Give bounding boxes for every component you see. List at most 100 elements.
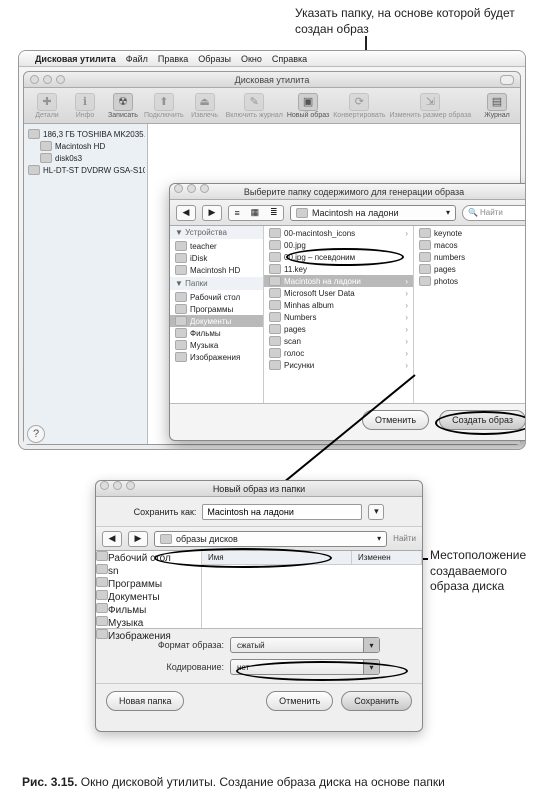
device-item: teacher — [170, 240, 263, 252]
new-folder-button[interactable]: Новая папка — [106, 691, 184, 711]
screenshot-bottom: Новый образ из папки Сохранить как: ▾ ◀ … — [95, 480, 423, 732]
encrypt-popup[interactable]: нет▾ — [230, 659, 380, 675]
place-item: Рабочий стол — [96, 551, 201, 564]
disk-item: 186,3 ГБ TOSHIBA MK2035… — [26, 128, 145, 140]
traffic-lights[interactable] — [30, 75, 65, 84]
menu-file[interactable]: Файл — [126, 54, 148, 64]
volume-item: Macintosh HD — [26, 140, 145, 152]
folder-item: scan› — [264, 335, 413, 347]
save-button[interactable]: Сохранить — [341, 691, 412, 711]
folder-item: pages› — [414, 263, 526, 275]
toolbar-convert[interactable]: ⟳Конвертировать — [333, 93, 385, 119]
window-titlebar: Дисковая утилита — [24, 72, 520, 88]
traffic-lights[interactable] — [100, 481, 135, 490]
file-item: 00-macintosh_icons› — [264, 227, 413, 239]
save-sheet-title: Новый образ из папки — [96, 481, 422, 497]
forward-button[interactable]: ▶ — [202, 205, 222, 221]
window-title: Дисковая утилита — [235, 75, 310, 85]
optical-drive-item: HL-DT-ST DVDRW GSA-S10… — [26, 164, 145, 176]
forward-button[interactable]: ▶ — [128, 531, 148, 547]
place-item: Изображения — [170, 351, 263, 363]
folder-item: keynote› — [414, 227, 526, 239]
choose-folder-sheet: Выберите папку содержимого для генерации… — [169, 183, 526, 441]
save-as-row: Сохранить как: ▾ — [96, 497, 422, 527]
search-field[interactable]: 🔍 Найти — [462, 205, 526, 221]
sheet-nav-bar: ◀ ▶ ≡▦≣ Macintosh на ладони ▾ 🔍 Найти — [170, 200, 526, 226]
encrypt-label: Кодирование: — [138, 662, 224, 672]
help-button[interactable]: ? — [27, 425, 45, 443]
path-popup[interactable]: образы дисков ▾ — [154, 531, 387, 547]
place-item-selected: Документы — [96, 590, 201, 603]
back-button[interactable]: ◀ — [176, 205, 196, 221]
sheet-title: Выберите папку содержимого для генерации… — [170, 184, 526, 200]
macos-menubar: Дисковая утилита Файл Правка Образы Окно… — [19, 51, 525, 67]
place-item: Музыка — [96, 616, 201, 629]
callout-top: Указать папку, на основе которой будет с… — [295, 6, 515, 37]
folder-icon — [160, 534, 172, 544]
chevron-down-icon: ▾ — [377, 534, 381, 543]
path-label: Macintosh на ладони — [312, 208, 399, 218]
folder-item: macos› — [414, 239, 526, 251]
folder-item-selected: Macintosh на ладони› — [264, 275, 413, 287]
disk-list-sidebar[interactable]: 186,3 ГБ TOSHIBA MK2035… Macintosh HD di… — [24, 124, 148, 444]
expand-button[interactable]: ▾ — [368, 504, 384, 520]
toolbar-resize[interactable]: ⇲Изменить размер образа — [389, 93, 471, 119]
callout-right: Местоположение создаваемого образа диска — [430, 548, 535, 595]
sidebar-group-devices[interactable]: ▼ Устройства — [170, 226, 263, 239]
figure-caption: Рис. 3.15. Окно дисковой утилиты. Создан… — [22, 775, 445, 789]
folder-icon — [296, 208, 308, 218]
toolbar-log[interactable]: ▤Журнал — [480, 93, 514, 119]
place-item: Программы — [96, 577, 201, 590]
path-popup[interactable]: Macintosh на ладони ▾ — [290, 205, 456, 221]
path-label: образы дисков — [176, 534, 238, 544]
view-mode-buttons[interactable]: ≡▦≣ — [228, 205, 284, 221]
save-options: Формат образа: сжатый▾ Кодирование: нет▾ — [96, 629, 422, 683]
volume-item: disk0s3 — [26, 152, 145, 164]
search-icon: 🔍 — [468, 208, 478, 217]
sidebar-group-places[interactable]: ▼ Папки — [170, 277, 263, 290]
toolbar-details[interactable]: ✚Детали — [30, 93, 64, 119]
folder-item: Microsoft User Data› — [264, 287, 413, 299]
menu-window[interactable]: Окно — [241, 54, 262, 64]
find-label: Найти — [393, 534, 416, 543]
column-browser[interactable]: ▼ Устройства teacher iDisk Macintosh HD … — [170, 226, 526, 404]
toolbar-info[interactable]: ℹИнфо — [68, 93, 102, 119]
cancel-button[interactable]: Отменить — [362, 410, 429, 430]
save-column-browser[interactable]: Рабочий стол sn Программы Документы Филь… — [96, 551, 422, 629]
save-as-label: Сохранить как: — [134, 507, 197, 517]
list-headers[interactable]: Имя Изменен — [202, 551, 422, 565]
place-item: Фильмы — [96, 603, 201, 616]
toolbar-eject[interactable]: ⏏Извлечь — [188, 93, 222, 119]
menubar-app-name[interactable]: Дисковая утилита — [35, 54, 116, 64]
folder-item: pages› — [264, 323, 413, 335]
folder-item: numbers› — [414, 251, 526, 263]
toolbar-burn[interactable]: ☢Записать — [106, 93, 140, 119]
menu-images[interactable]: Образы — [198, 54, 231, 64]
device-item: Macintosh HD — [170, 264, 263, 276]
save-nav-bar: ◀ ▶ образы дисков ▾ Найти — [96, 527, 422, 551]
toolbar-toggle-button[interactable] — [500, 75, 514, 85]
toolbar-mount[interactable]: ⬆Подключить — [144, 93, 184, 119]
place-item: Фильмы — [170, 327, 263, 339]
save-as-field[interactable] — [202, 504, 362, 520]
screenshot-top: Дисковая утилита Файл Правка Образы Окно… — [18, 50, 526, 450]
disk-utility-toolbar: ✚Детали ℹИнфо ☢Записать ⬆Подключить ⏏Изв… — [24, 88, 520, 124]
traffic-lights[interactable] — [174, 184, 209, 193]
folder-item: Minhas album› — [264, 299, 413, 311]
create-image-button[interactable]: Создать образ — [439, 410, 526, 430]
toolbar-new-image[interactable]: ▣Новый образ — [287, 93, 329, 119]
place-item: Музыка — [170, 339, 263, 351]
toolbar-journal[interactable]: ✎Включить журнал — [226, 93, 283, 119]
format-popup[interactable]: сжатый▾ — [230, 637, 380, 653]
cancel-button[interactable]: Отменить — [266, 691, 333, 711]
folder-item: голос› — [264, 347, 413, 359]
format-label: Формат образа: — [138, 640, 224, 650]
file-item: 00.jpg – псевдоним — [264, 251, 413, 263]
menu-help[interactable]: Справка — [272, 54, 307, 64]
folder-item: Рисунки› — [264, 359, 413, 371]
chevron-down-icon: ▾ — [446, 208, 450, 217]
sheet-footer: Отменить Создать образ — [170, 404, 526, 436]
menu-edit[interactable]: Правка — [158, 54, 188, 64]
back-button[interactable]: ◀ — [102, 531, 122, 547]
folder-item: Numbers› — [264, 311, 413, 323]
